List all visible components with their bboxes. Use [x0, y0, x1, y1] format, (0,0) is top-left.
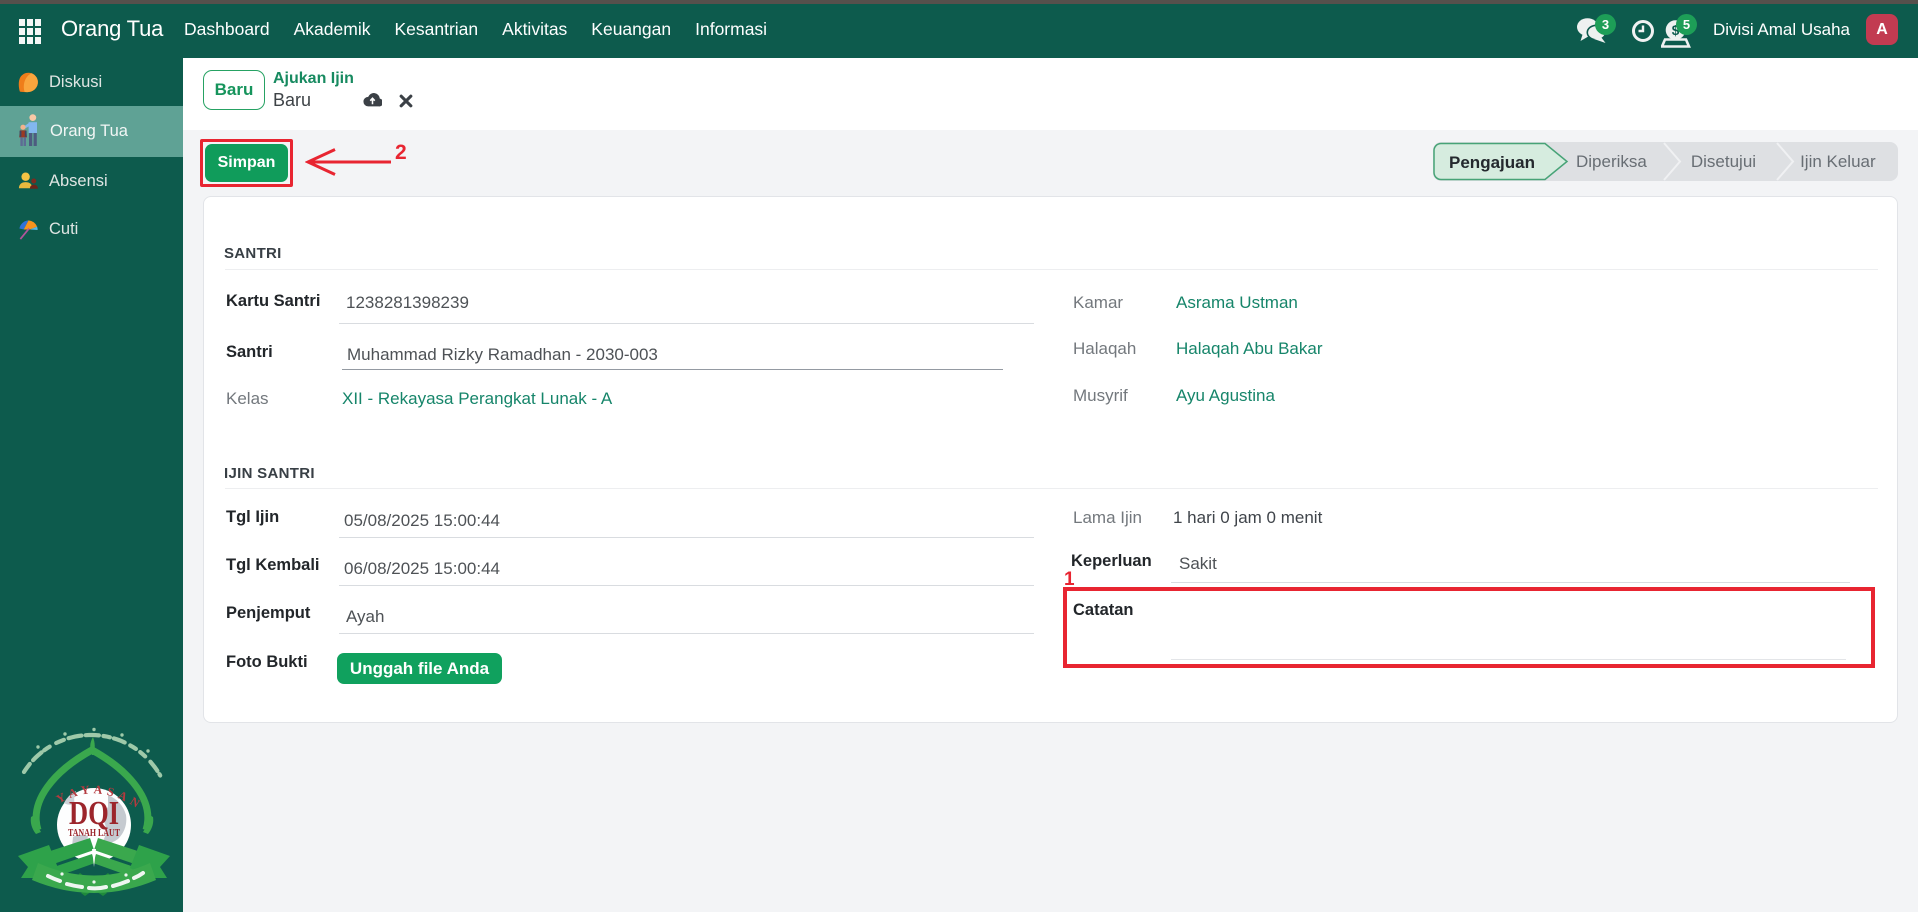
- svg-text:Pengajuan: Pengajuan: [1449, 153, 1535, 172]
- svg-text:TANAH LAUT: TANAH LAUT: [68, 827, 120, 839]
